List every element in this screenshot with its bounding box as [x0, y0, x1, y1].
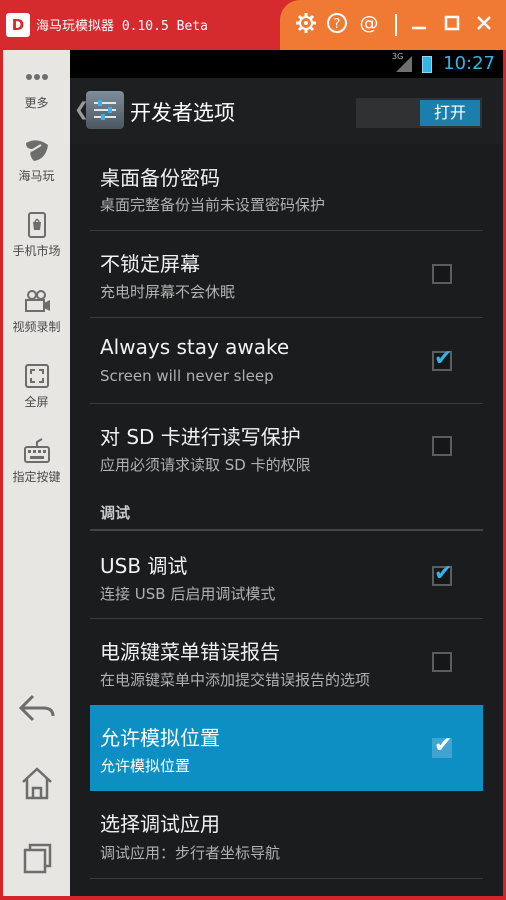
sidebar-item-market[interactable]: 手机市场: [3, 210, 70, 259]
settings-list: 桌面备份密码 桌面完整备份当前未设置密码保护 不锁定屏幕 充电时屏幕不会休眠 A…: [70, 144, 503, 896]
list-item-bugreport[interactable]: 电源键菜单错误报告 在电源键菜单中添加提交错误报告的选项: [90, 619, 483, 705]
sidebar-item-fullscreen[interactable]: 全屏: [3, 361, 70, 410]
sidebar-label: 手机市场: [12, 244, 61, 258]
android-recents-button[interactable]: [3, 840, 70, 878]
row-subtitle: 在电源键菜单中添加提交错误报告的选项: [100, 671, 371, 689]
sidebar-label: 全屏: [24, 395, 49, 409]
row-title: 不锁定屏幕: [100, 252, 200, 276]
sidebar-label: 视频录制: [12, 320, 61, 334]
row-title: 电源键菜单错误报告: [100, 640, 280, 664]
sidebar-item-record[interactable]: 视频录制: [3, 286, 70, 335]
row-title: Always stay awake: [100, 335, 290, 359]
toggle-on-label: 打开: [420, 100, 480, 126]
app-logo: D: [6, 13, 30, 37]
list-item-stay-unlocked[interactable]: 不锁定屏幕 充电时屏幕不会休眠: [90, 231, 483, 318]
svg-text:?: ?: [334, 17, 341, 32]
minimize-icon[interactable]: [407, 12, 431, 36]
android-home-button[interactable]: [3, 764, 70, 802]
android-screen: 3G 10:27 ❮ 开发者选项 打开 桌面备份密码 桌面完整备份当前未设置密码…: [70, 50, 503, 896]
checkbox[interactable]: [432, 733, 452, 758]
row-subtitle: 连接 USB 后启用调试模式: [100, 585, 276, 603]
video-record-icon: [22, 286, 52, 316]
developer-options-toggle[interactable]: 打开: [356, 98, 482, 128]
row-title: USB 调试: [100, 554, 188, 578]
clock: 10:27: [443, 53, 495, 74]
checkbox[interactable]: [432, 264, 452, 284]
checkbox[interactable]: [432, 652, 452, 672]
title-bar-separator: [395, 14, 397, 36]
list-item-usb-debug[interactable]: USB 调试 连接 USB 后启用调试模式: [90, 531, 483, 619]
sidebar-label: 更多: [24, 96, 49, 110]
help-icon[interactable]: ?: [325, 12, 349, 36]
sidebar-item-keymap[interactable]: 指定按键: [3, 436, 70, 485]
sidebar-label: 指定按键: [12, 470, 61, 484]
row-subtitle: 桌面完整备份当前未设置密码保护: [100, 196, 326, 214]
row-subtitle: 充电时屏幕不会休眠: [100, 283, 236, 301]
list-item-always-awake[interactable]: Always stay awake Screen will never slee…: [90, 318, 483, 404]
list-item-debug-app[interactable]: 选择调试应用 调试应用：步行者坐标导航: [90, 791, 483, 879]
android-back-button[interactable]: [3, 690, 70, 726]
at-icon[interactable]: @: [357, 12, 381, 36]
status-bar: 3G 10:27: [70, 50, 503, 78]
list-item-sd-protect[interactable]: 对 SD 卡进行读写保护 应用必须请求读取 SD 卡的权限: [90, 404, 483, 493]
emulator-sidebar: 更多 海马玩 手机市场 视频录制 全屏 指定按键: [3, 50, 70, 896]
list-item-backup-password[interactable]: 桌面备份密码 桌面完整备份当前未设置密码保护: [90, 144, 483, 231]
page-title: 开发者选项: [130, 101, 235, 125]
phone-market-icon: [22, 210, 52, 240]
fullscreen-icon: [22, 361, 52, 391]
row-subtitle: Screen will never sleep: [100, 367, 274, 385]
haima-icon: [22, 135, 52, 165]
row-title: 对 SD 卡进行读写保护: [100, 425, 301, 449]
gear-icon[interactable]: [294, 12, 318, 36]
keymap-icon: [22, 436, 52, 466]
svg-text:@: @: [360, 12, 379, 34]
sidebar-label: 海马玩: [18, 169, 55, 183]
checkbox[interactable]: [432, 436, 452, 456]
section-header-debug: 调试: [100, 504, 131, 522]
list-item-mock-location[interactable]: 允许模拟位置 允许模拟位置: [90, 705, 483, 791]
sidebar-item-haima[interactable]: 海马玩: [3, 135, 70, 184]
battery-icon: [422, 56, 432, 73]
home-icon: [17, 764, 57, 802]
signal-icon: [396, 56, 412, 72]
row-subtitle: 调试应用：步行者坐标导航: [100, 844, 281, 862]
checkbox[interactable]: [432, 561, 452, 586]
sidebar-item-more[interactable]: 更多: [3, 62, 70, 111]
row-title: 桌面备份密码: [100, 166, 220, 190]
recents-icon: [17, 840, 57, 878]
row-subtitle: 允许模拟位置: [100, 757, 191, 775]
settings-app-icon[interactable]: [86, 91, 124, 129]
title-bar: D 海马玩模拟器 0.10.5 Beta ? @: [0, 0, 506, 50]
emulator-window: D 海马玩模拟器 0.10.5 Beta ? @ 更多 海马玩 手机市场 视频录…: [0, 0, 506, 900]
close-icon[interactable]: [472, 12, 496, 36]
row-subtitle: 应用必须请求读取 SD 卡的权限: [100, 456, 311, 474]
row-title: 允许模拟位置: [100, 726, 220, 750]
app-title: 海马玩模拟器 0.10.5 Beta: [36, 19, 208, 34]
more-icon: [22, 62, 52, 92]
maximize-icon[interactable]: [440, 12, 464, 36]
action-bar: ❮ 开发者选项 打开: [70, 78, 503, 172]
row-title: 选择调试应用: [100, 812, 220, 836]
back-icon: [17, 690, 57, 726]
checkbox[interactable]: [432, 346, 452, 371]
